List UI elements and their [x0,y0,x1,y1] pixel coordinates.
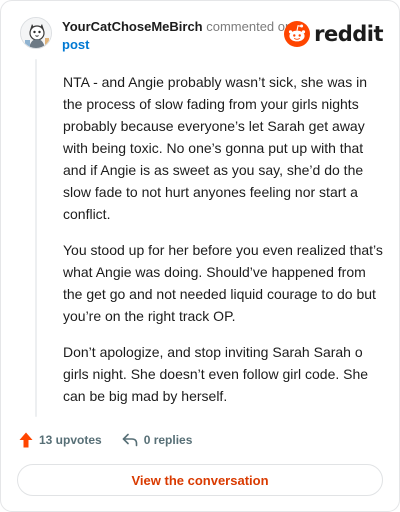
reply-arrow-icon [122,433,138,447]
reply-button[interactable]: 0 replies [122,433,193,447]
comment-header: YourCatChoseMeBirch commented on post [62,18,297,54]
upvote-button[interactable]: 13 upvotes [19,432,102,448]
reddit-logo-icon [284,21,311,47]
post-link[interactable]: post [62,37,89,52]
commented-on-text: commented on [202,19,293,34]
view-conversation-button[interactable]: View the conversation [17,464,383,496]
thread-line[interactable] [35,59,37,417]
upvote-arrow-icon [19,432,33,448]
reddit-brand[interactable]: reddit [284,21,383,47]
user-avatar[interactable] [20,17,52,49]
username-link[interactable]: YourCatChoseMeBirch [62,19,203,34]
brand-wordmark: reddit [314,22,383,46]
comment-actions: 13 upvotes 0 replies [19,429,192,451]
reply-count: 0 replies [143,433,193,447]
cat-avatar-icon [21,18,51,48]
comment-paragraph: You stood up for her before you even rea… [63,242,383,324]
upvote-count: 13 upvotes [39,433,102,447]
comment-paragraph: NTA - and Angie probably wasn’t sick, sh… [63,74,368,222]
comment-body: NTA - and Angie probably wasn’t sick, sh… [63,71,383,421]
comment-embed-card: YourCatChoseMeBirch commented on post re… [0,0,400,512]
comment-paragraph: Don’t apologize, and stop inviting Sarah… [63,344,369,404]
